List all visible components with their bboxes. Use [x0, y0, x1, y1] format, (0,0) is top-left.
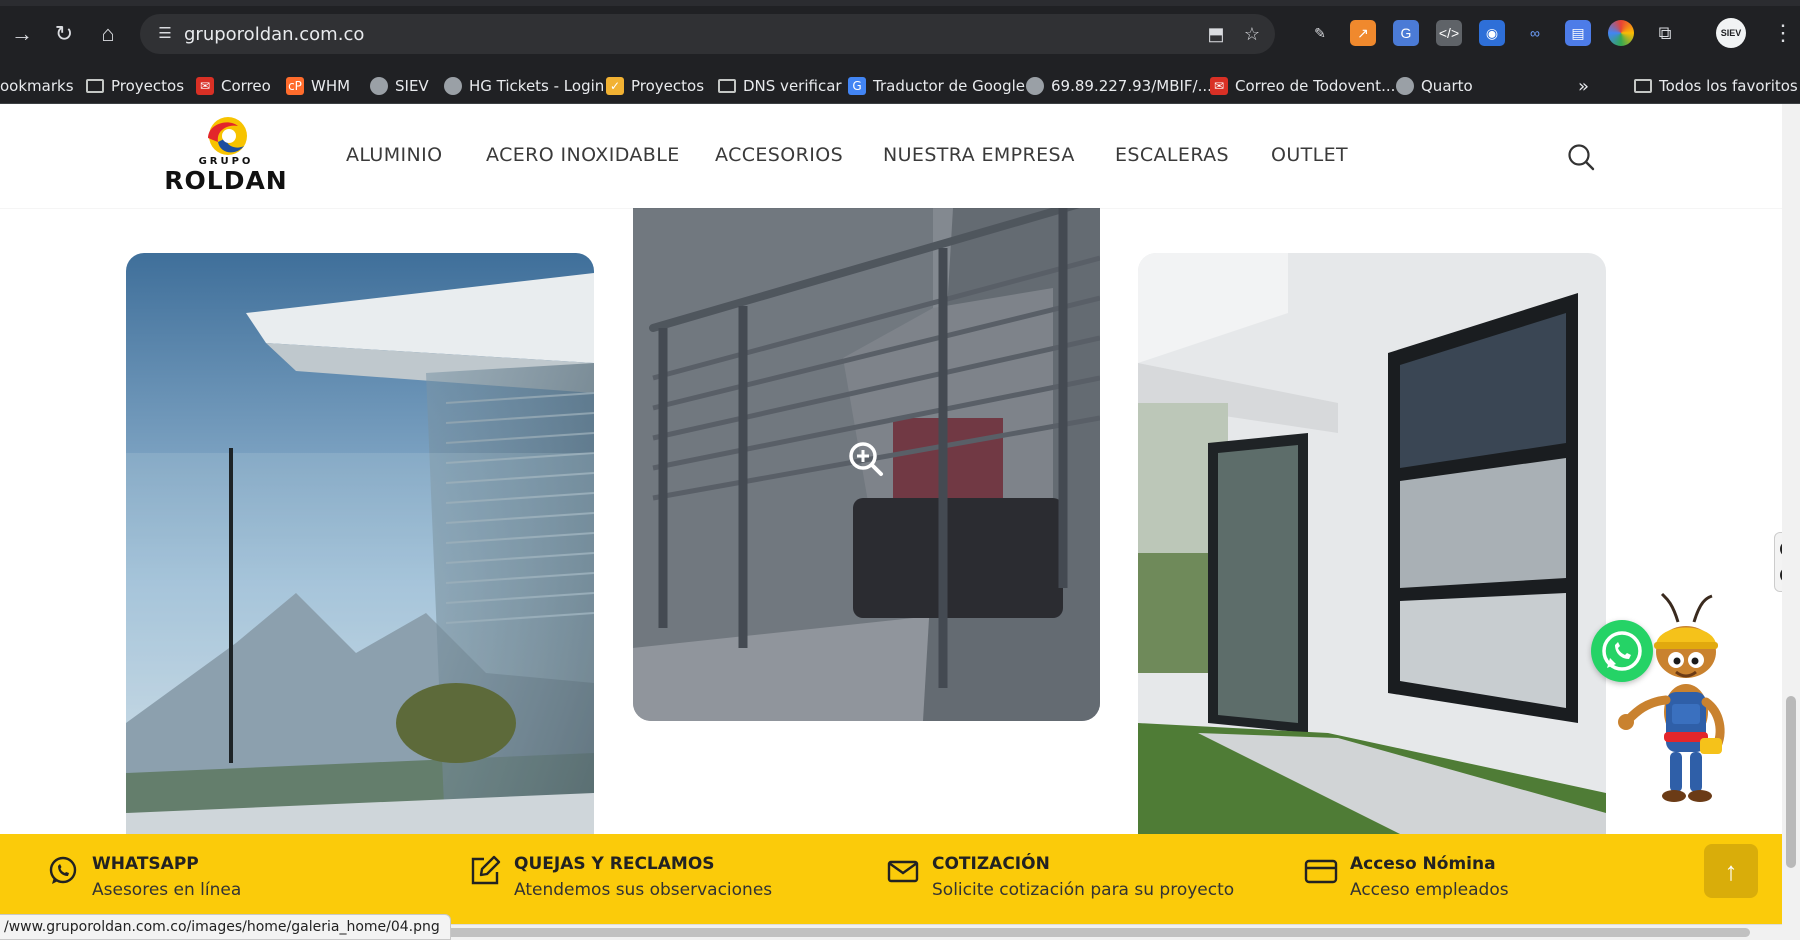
- back-to-top-button[interactable]: ↑: [1704, 844, 1758, 898]
- bookmark-item[interactable]: ookmarks: [0, 74, 74, 98]
- logo-text-roldan: ROLDAN: [164, 166, 288, 195]
- bookmark-item[interactable]: HG Tickets - Login: [444, 74, 604, 98]
- footer-item-subtitle: Atendemos sus observaciones: [514, 880, 773, 900]
- analytics-extension-icon[interactable]: ↗: [1350, 20, 1376, 46]
- bookmark-label: Quarto: [1421, 77, 1473, 95]
- folder-icon: [718, 79, 736, 93]
- ant-mascot-illustration[interactable]: [1616, 592, 1746, 812]
- mail-icon: ✉: [1210, 77, 1228, 95]
- nav-aluminio[interactable]: ALUMINIO: [346, 144, 443, 166]
- bookmark-item[interactable]: ✓ Proyectos: [606, 74, 704, 98]
- translate-extension-icon[interactable]: G: [1393, 20, 1419, 46]
- bookmark-label: Correo de Todovent...: [1235, 77, 1396, 95]
- footer-item-title: Acceso Nómina: [1350, 854, 1496, 874]
- browser-window: → ↻ ⌂ ☰ gruporoldan.com.co ⬒ ☆ ✎ ↗ G </>…: [0, 0, 1800, 940]
- bookmark-item[interactable]: ✉ Correo: [196, 74, 271, 98]
- profile-avatar[interactable]: SIEV: [1716, 18, 1746, 48]
- nav-acero-inoxidable[interactable]: ACERO INOXIDABLE: [486, 144, 680, 166]
- link-extension-icon[interactable]: ∞: [1522, 20, 1548, 46]
- cpanel-icon: cP: [286, 77, 304, 95]
- forward-icon[interactable]: →: [6, 18, 38, 50]
- color-picker-extension-icon[interactable]: [1608, 20, 1634, 46]
- bookmark-label: WHM: [311, 77, 351, 95]
- footer-item-title: COTIZACIÓN: [932, 854, 1050, 874]
- footer-item-subtitle: Solicite cotización para su proyecto: [932, 880, 1235, 900]
- bookmark-label: Proyectos: [111, 77, 185, 95]
- mail-icon: [887, 860, 919, 883]
- code-extension-icon[interactable]: </>: [1436, 20, 1462, 46]
- reload-icon[interactable]: ↻: [48, 18, 80, 50]
- eyedropper-extension-icon[interactable]: ✎: [1307, 20, 1333, 46]
- contact-footer-bar: WHATSAPP Asesores en línea QUEJAS Y RECL…: [0, 834, 1782, 924]
- bookmark-label: ookmarks: [0, 77, 74, 95]
- page-viewport: GRUPO ROLDAN ALUMINIO ACERO INOXIDABLE A…: [0, 104, 1782, 940]
- search-icon[interactable]: [1566, 142, 1596, 172]
- browser-menu-icon[interactable]: ⋮: [1772, 18, 1794, 48]
- globe-icon: [444, 77, 462, 95]
- house-windows-photo: [1138, 253, 1606, 853]
- extensions-puzzle-icon[interactable]: ⧉: [1652, 20, 1678, 46]
- vertical-scroll-thumb[interactable]: [1786, 696, 1796, 868]
- bookmark-item[interactable]: G Traductor de Google: [848, 74, 1025, 98]
- globe-icon: [1396, 77, 1414, 95]
- install-app-icon[interactable]: ⬒: [1204, 22, 1228, 46]
- footer-item-title: QUEJAS Y RECLAMOS: [514, 854, 715, 874]
- bookmark-item[interactable]: 69.89.227.93/MBIF/...: [1026, 74, 1212, 98]
- bookmarks-overflow-icon[interactable]: »: [1578, 74, 1589, 98]
- roldan-logo-mark: [208, 117, 247, 155]
- bookmark-item[interactable]: Proyectos: [86, 74, 184, 98]
- mail-icon: ✉: [196, 77, 214, 95]
- site-settings-icon[interactable]: ☰: [154, 23, 176, 45]
- project-icon: ✓: [606, 77, 624, 95]
- status-bar-link-preview: /www.gruporoldan.com.co/images/home/gale…: [0, 914, 451, 940]
- zoom-in-icon[interactable]: [847, 440, 885, 478]
- folder-icon: [1634, 79, 1652, 93]
- bookmark-label: Traductor de Google: [873, 77, 1025, 95]
- all-favorites-folder[interactable]: Todos los favoritos: [1634, 74, 1798, 98]
- gallery-image-house-windows[interactable]: [1138, 253, 1606, 853]
- bookmark-label: Proyectos: [631, 77, 705, 95]
- bookmark-label: 69.89.227.93/MBIF/...: [1051, 77, 1212, 95]
- gallery-image-glass-balcony[interactable]: [126, 253, 594, 853]
- bookmark-item[interactable]: cP WHM: [286, 74, 350, 98]
- docs-extension-icon[interactable]: ▤: [1565, 20, 1591, 46]
- footer-item-title: WHATSAPP: [92, 854, 199, 874]
- address-bar[interactable]: ☰ gruporoldan.com.co ⬒ ☆: [140, 14, 1275, 54]
- home-icon[interactable]: ⌂: [92, 18, 124, 50]
- bookmark-label: HG Tickets - Login: [469, 77, 605, 95]
- site-logo[interactable]: GRUPO ROLDAN: [162, 116, 290, 196]
- bookmark-item[interactable]: DNS verificar: [718, 74, 842, 98]
- bookmark-label: Correo: [221, 77, 271, 95]
- glass-balcony-photo: [126, 253, 594, 853]
- tab-strip-edge: [0, 0, 1800, 6]
- nav-outlet[interactable]: OUTLET: [1271, 144, 1348, 166]
- bookmark-label: Todos los favoritos: [1659, 77, 1798, 95]
- bookmark-item[interactable]: ✉ Correo de Todovent...: [1210, 74, 1395, 98]
- folder-icon: [86, 79, 104, 93]
- vertical-scrollbar[interactable]: [1782, 104, 1800, 940]
- nav-nuestra-empresa[interactable]: NUESTRA EMPRESA: [883, 144, 1075, 166]
- nav-escaleras[interactable]: ESCALERAS: [1115, 144, 1229, 166]
- horizontal-scroll-thumb[interactable]: [410, 928, 1750, 937]
- screenshot-extension-icon[interactable]: ◉: [1479, 20, 1505, 46]
- footer-item-subtitle: Acceso empleados: [1350, 880, 1509, 900]
- edit-icon: [471, 855, 501, 885]
- address-url[interactable]: gruporoldan.com.co: [184, 24, 364, 45]
- whatsapp-icon: [49, 856, 77, 884]
- bookmark-item[interactable]: SIEV: [370, 74, 429, 98]
- bookmark-label: DNS verificar: [743, 77, 842, 95]
- site-header: GRUPO ROLDAN ALUMINIO ACERO INOXIDABLE A…: [0, 104, 1782, 208]
- bookmark-star-icon[interactable]: ☆: [1240, 22, 1264, 46]
- bookmark-item[interactable]: Quarto: [1396, 74, 1473, 98]
- globe-icon: [370, 77, 388, 95]
- bookmarks-bar: ookmarks Proyectos ✉ Correo cP WHM SIEV …: [0, 68, 1800, 104]
- footer-item-subtitle: Asesores en línea: [92, 880, 242, 900]
- card-icon: [1304, 859, 1338, 884]
- translate-icon: G: [848, 77, 866, 95]
- browser-toolbar: → ↻ ⌂ ☰ gruporoldan.com.co ⬒ ☆ ✎ ↗ G </>…: [0, 0, 1800, 68]
- nav-accesorios[interactable]: ACCESORIOS: [715, 144, 843, 166]
- globe-icon: [1026, 77, 1044, 95]
- bookmark-label: SIEV: [395, 77, 429, 95]
